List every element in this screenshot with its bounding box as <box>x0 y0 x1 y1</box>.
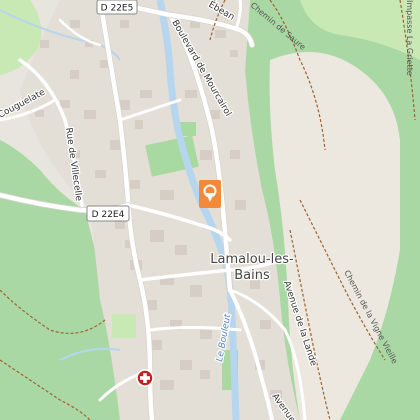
hospital-cross-icon[interactable] <box>136 369 154 387</box>
road-shield-d22e4-label: D 22E4 <box>92 210 125 220</box>
town-label-line1: Lamalou-les- <box>210 252 294 267</box>
road-shield-d22e5: D 22E5 <box>96 0 138 15</box>
map-canvas[interactable]: D 22E5 D 22E4 Boulevard de Mourcairol Ru… <box>0 0 420 420</box>
town-label-line2: Bains <box>234 268 270 283</box>
street-label-impasse-griette: Impasse La Griette <box>405 0 414 76</box>
road-shield-d22e4: D 22E4 <box>86 205 130 222</box>
small-park-south <box>112 314 136 338</box>
map-pin-icon[interactable] <box>199 180 221 208</box>
map-viewport[interactable]: D 22E5 D 22E4 Boulevard de Mourcairol Ru… <box>0 0 420 420</box>
road-shield-d22e5-label: D 22E5 <box>101 4 134 14</box>
